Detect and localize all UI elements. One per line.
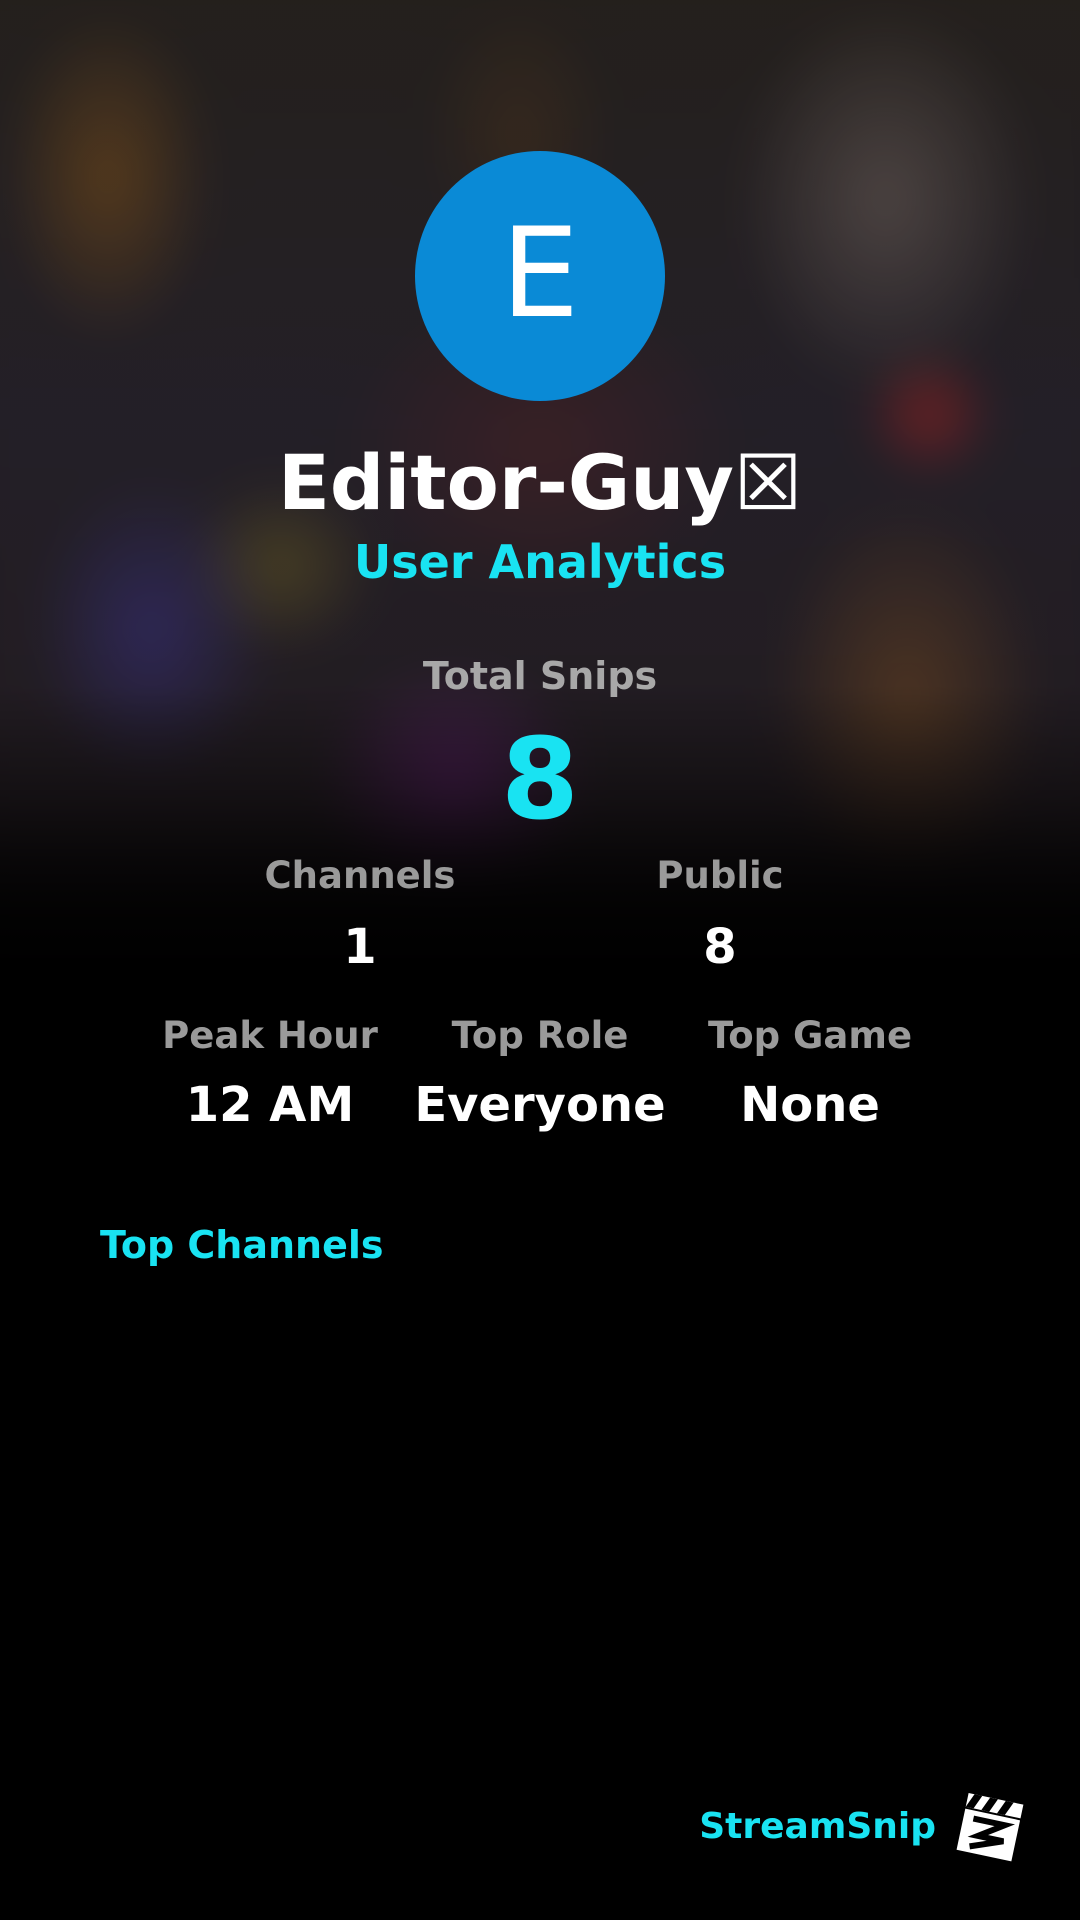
brand-footer: StreamSnip — [699, 1790, 1026, 1864]
stat-value: 1 — [343, 919, 377, 975]
stat-top-game: Top Game None — [670, 1013, 950, 1135]
stat-channels: Channels 1 — [220, 853, 500, 977]
total-snips-value: 8 — [501, 715, 579, 845]
stat-label: Top Game — [707, 1014, 913, 1057]
brand-name: StreamSnip — [699, 1806, 936, 1847]
stat-peak-hour: Peak Hour 12 AM — [130, 1013, 410, 1135]
stat-label: Public — [656, 854, 784, 897]
total-snips-label: Total Snips — [422, 654, 658, 698]
stat-value: None — [740, 1077, 880, 1133]
clapperboard-icon — [956, 1793, 1024, 1862]
page-subtitle: User Analytics — [353, 535, 727, 589]
stat-value: 8 — [703, 919, 737, 975]
stat-public: Public 8 — [580, 853, 860, 977]
stat-value: Everyone — [414, 1077, 666, 1133]
avatar: E — [415, 151, 665, 401]
stat-label: Top Role — [451, 1014, 629, 1057]
username: Editor-Guy☒ — [277, 438, 803, 527]
stat-label: Peak Hour — [162, 1014, 378, 1057]
avatar-letter: E — [500, 202, 580, 346]
top-channels-title: Top Channels — [100, 1223, 384, 1267]
stat-label: Channels — [264, 854, 456, 897]
stat-top-role: Top Role Everyone — [400, 1013, 680, 1135]
stat-value: 12 AM — [185, 1077, 355, 1133]
analytics-card: E Editor-Guy☒ User Analytics Total Snips… — [0, 0, 1080, 1920]
